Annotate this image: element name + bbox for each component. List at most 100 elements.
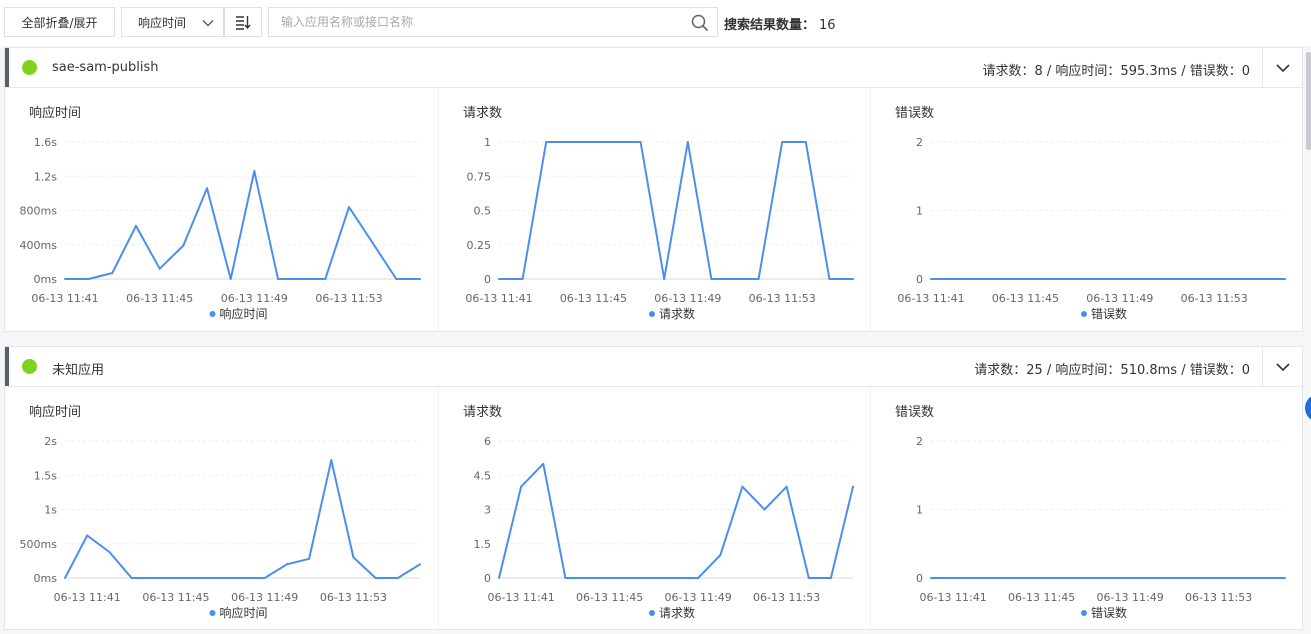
request-count-panel: 请求数 0 0.25 0.5 0.75 1 06-13 11:41 06-13 11:45 0… <box>438 88 870 332</box>
data-point <box>263 577 266 579</box>
legend-marker <box>649 610 655 616</box>
x-tick-label: 06-13 11:41 <box>465 292 532 305</box>
y-tick-label: 1 <box>916 504 923 517</box>
x-tick-label: 06-13 11:41 <box>54 591 121 604</box>
data-point <box>241 577 244 579</box>
app-stats: 请求数：25 / 响应时间：510.8ms / 错误数：0 <box>974 363 1250 378</box>
data-point <box>1000 278 1003 280</box>
y-tick-label: 1.2s <box>34 170 57 183</box>
data-point <box>568 141 571 143</box>
data-point <box>158 267 161 270</box>
data-point <box>87 278 90 280</box>
x-tick-label: 06-13 11:45 <box>992 292 1059 305</box>
y-tick-label: 1 <box>484 136 491 149</box>
chevron-down-icon <box>1275 63 1290 72</box>
data-point <box>757 278 760 280</box>
data-point <box>781 141 784 143</box>
legend-label: 请求数 <box>659 306 695 321</box>
data-point <box>324 278 327 280</box>
error-count-chart: 0 1 2 06-13 11:41 06-13 11:45 06-13 11:49 06-1… <box>897 136 1286 321</box>
y-tick-label: 0 <box>484 273 491 286</box>
data-point <box>1062 577 1065 579</box>
series-line <box>65 170 420 280</box>
x-tick-label: 06-13 11:41 <box>897 292 964 305</box>
data-point <box>1018 577 1021 579</box>
y-tick-label: 0ms <box>34 572 58 585</box>
x-tick-label: 06-13 11:45 <box>142 591 209 604</box>
data-point <box>1151 577 1154 579</box>
sort-select-value: 响应时间 <box>138 15 187 30</box>
data-point <box>229 278 232 280</box>
data-point <box>952 577 955 579</box>
y-tick-label: 2s <box>44 435 57 448</box>
data-point <box>64 577 66 579</box>
card-accent-bar <box>5 48 9 87</box>
response-time-panel: 响应时间 0ms 400ms 800ms 1.2s 1.6s 06-13 11:41 06-… <box>5 88 438 332</box>
scrollbar-thumb[interactable] <box>1306 52 1311 150</box>
x-tick-label: 06-13 11:49 <box>665 591 732 604</box>
app-card-header: 未知应用 请求数：25 / 响应时间：510.8ms / 错误数：0 <box>5 347 1302 387</box>
data-point <box>630 577 633 579</box>
legend-marker <box>1081 610 1087 616</box>
legend-marker <box>209 610 216 616</box>
data-point <box>498 278 500 280</box>
data-point <box>977 278 980 280</box>
data-point <box>564 577 567 579</box>
status-dot-icon <box>22 60 37 75</box>
data-point <box>1284 278 1286 280</box>
app-card: 未知应用 请求数：25 / 响应时间：510.8ms / 错误数：0 响应时间 … <box>4 346 1303 631</box>
data-point <box>1217 577 1220 579</box>
data-point <box>710 278 713 280</box>
data-point <box>828 278 831 280</box>
floating-help-button[interactable] <box>1305 394 1311 422</box>
sort-order-button[interactable] <box>224 7 262 37</box>
legend-label: 请求数 <box>659 605 695 620</box>
data-point <box>804 141 807 143</box>
data-point <box>639 141 642 143</box>
search-box <box>268 7 718 37</box>
data-point <box>152 577 155 579</box>
data-point <box>1024 278 1027 280</box>
sort-select[interactable]: 响应时间 <box>121 7 224 37</box>
data-point <box>719 554 722 557</box>
data-point <box>545 141 548 143</box>
data-point <box>1095 278 1098 280</box>
y-tick-label: 0.25 <box>467 239 492 252</box>
x-tick-label: 06-13 11:53 <box>1181 292 1248 305</box>
legend-label: 错误数 <box>1091 306 1127 321</box>
data-point <box>953 278 956 280</box>
x-tick-label: 06-13 11:41 <box>920 591 987 604</box>
y-tick-label: 3 <box>484 504 491 517</box>
error-count-panel: 错误数 0 1 2 06-13 11:41 06-13 11:45 06-13 11:49… <box>870 387 1302 631</box>
chevron-down-icon <box>202 20 214 27</box>
y-tick-label: 1.6s <box>34 136 57 149</box>
app-stats: 请求数：8 / 响应时间：595.3ms / 错误数：0 <box>982 64 1250 79</box>
data-point <box>277 278 279 280</box>
sort-descending-icon <box>236 16 251 30</box>
x-tick-label: 06-13 11:45 <box>576 591 643 604</box>
response-time-chart: 0ms 500ms 1s 1.5s 2s 06-13 11:41 06-13 11:45 06… <box>20 435 421 620</box>
data-point <box>652 577 655 579</box>
data-point <box>1071 278 1074 280</box>
data-point <box>1040 577 1043 579</box>
toolbar: 全部折叠/展开 响应时间 搜索结果数量：16 <box>0 0 1311 46</box>
request-count-chart: 0 1.5 3 4.5 6 06-13 11:41 06-13 11:45 06-13 11:… <box>474 435 854 620</box>
data-point <box>419 278 421 280</box>
expand-toggle-button[interactable] <box>1262 48 1302 87</box>
request-count-chart: 0 0.25 0.5 0.75 1 06-13 11:41 06-13 11:45 06-13… <box>465 136 854 321</box>
data-point <box>697 577 700 579</box>
y-tick-label: 4.5 <box>474 469 492 482</box>
legend-marker <box>209 311 216 317</box>
search-input[interactable] <box>281 14 681 30</box>
y-tick-label: 1.5 <box>474 538 492 551</box>
expand-toggle-button[interactable] <box>1262 347 1302 386</box>
legend-label: 错误数 <box>1091 605 1127 620</box>
y-tick-label: 500ms <box>20 538 58 551</box>
search-icon[interactable] <box>691 14 709 32</box>
y-tick-label: 2 <box>916 136 923 149</box>
data-point <box>1142 278 1145 280</box>
data-point <box>1236 278 1239 280</box>
error-count-panel: 错误数 0 1 2 06-13 11:41 06-13 11:45 06-13 11:49… <box>870 88 1302 332</box>
collapse-all-button[interactable]: 全部折叠/展开 <box>4 7 115 37</box>
legend-label: 响应时间 <box>220 605 268 620</box>
